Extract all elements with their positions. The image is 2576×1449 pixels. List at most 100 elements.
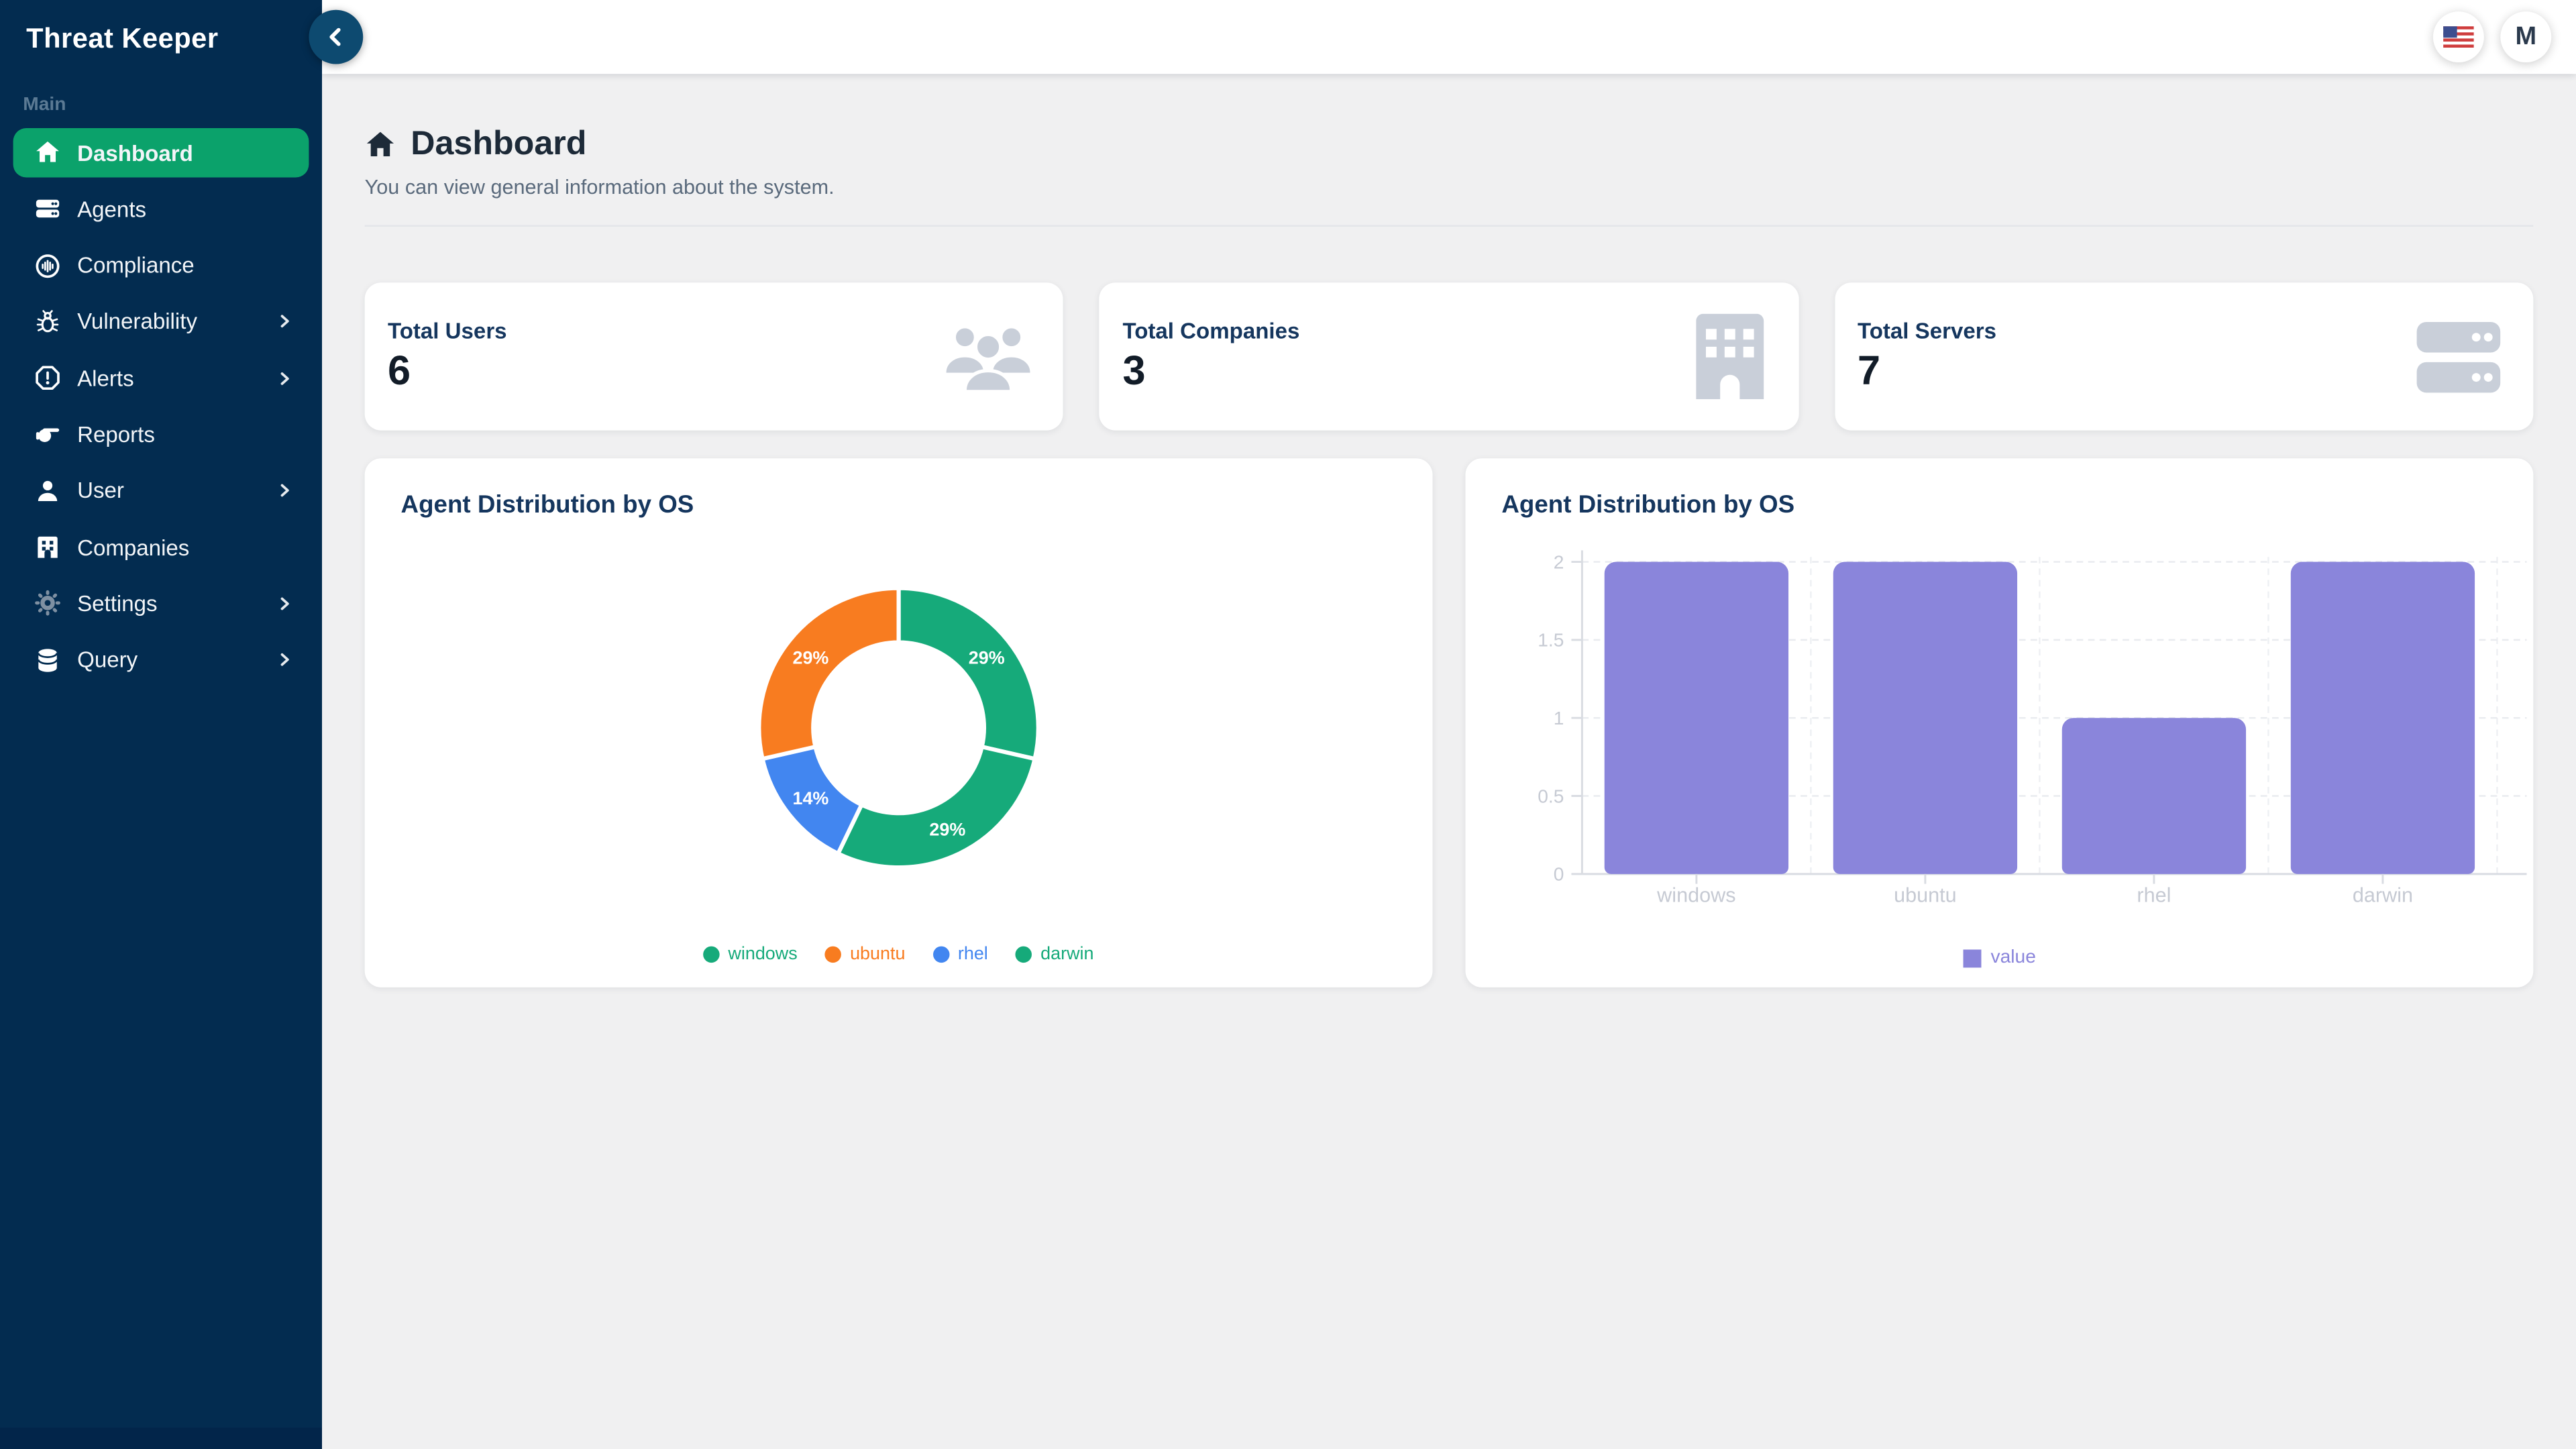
sidebar-item-reports[interactable]: Reports bbox=[13, 410, 309, 459]
chevron-right-icon bbox=[278, 315, 292, 329]
stat-label: Total Users bbox=[388, 318, 507, 343]
sidebar-item-dashboard[interactable]: Dashboard bbox=[13, 128, 309, 177]
legend-dot bbox=[1016, 947, 1032, 963]
legend-dot bbox=[825, 947, 841, 963]
legend-dot bbox=[933, 947, 949, 963]
sidebar-item-label: Agents bbox=[77, 197, 292, 221]
sidebar-item-user[interactable]: User bbox=[13, 466, 309, 515]
building-icon bbox=[34, 534, 60, 560]
server-stack-icon bbox=[34, 196, 60, 222]
donut-slice-label: 29% bbox=[792, 648, 828, 668]
bar-chart-title: Agent Distribution by OS bbox=[1501, 491, 1794, 519]
bar-legend-item-value[interactable]: value bbox=[1465, 948, 2533, 967]
bug-icon bbox=[34, 309, 60, 335]
donut-slice-windows[interactable] bbox=[899, 588, 1038, 759]
stat-value: 3 bbox=[1122, 347, 1299, 395]
app-root: Threat Keeper Main Dashboard Agents Compli… bbox=[0, 0, 2576, 1449]
donut-legend-item-darwin[interactable]: darwin bbox=[1016, 945, 1093, 964]
bar-darwin[interactable] bbox=[2291, 562, 2475, 874]
legend-dot bbox=[704, 947, 720, 963]
user-avatar-button[interactable]: M bbox=[2500, 11, 2551, 62]
sidebar-item-query[interactable]: Query bbox=[13, 635, 309, 684]
x-tick-label: ubuntu bbox=[1894, 883, 1957, 906]
stat-card-total-companies: Total Companies 3 bbox=[1099, 282, 1799, 430]
sidebar-collapse-button[interactable] bbox=[309, 10, 363, 64]
stat-card-total-users: Total Users 6 bbox=[365, 282, 1064, 430]
stats-row: Total Users 6 Total Companies 3 Total Server… bbox=[365, 282, 2534, 430]
y-tick-label: 1 bbox=[1554, 708, 1564, 729]
legend-label: ubuntu bbox=[850, 945, 905, 964]
hand-point-icon bbox=[34, 421, 60, 447]
y-tick-label: 0.5 bbox=[1538, 786, 1564, 806]
office-building-icon bbox=[1690, 314, 1769, 399]
compliance-pulse-icon bbox=[34, 252, 60, 278]
stat-value: 7 bbox=[1858, 347, 1996, 395]
legend-label: value bbox=[1991, 948, 2036, 967]
sidebar-item-companies[interactable]: Companies bbox=[13, 523, 309, 572]
sidebar-item-settings[interactable]: Settings bbox=[13, 579, 309, 628]
us-flag-icon bbox=[2443, 26, 2475, 48]
donut-chart: 29%29%14%29% bbox=[365, 541, 1433, 927]
legend-swatch bbox=[1963, 949, 1981, 967]
donut-slice-darwin[interactable] bbox=[838, 747, 1034, 867]
sidebar-item-label: Dashboard bbox=[77, 140, 292, 165]
donut-legend-item-rhel[interactable]: rhel bbox=[933, 945, 988, 964]
bar-rhel[interactable] bbox=[2062, 718, 2246, 874]
language-button[interactable] bbox=[2433, 11, 2484, 62]
avatar-initial: M bbox=[2515, 22, 2536, 52]
stat-value: 6 bbox=[388, 347, 507, 395]
bar-chart: 00.511.52windowsubunturheldarwin bbox=[1465, 544, 2533, 935]
legend-label: windows bbox=[728, 945, 797, 964]
stat-card-total-servers: Total Servers 7 bbox=[1835, 282, 2534, 430]
chevron-right-icon bbox=[278, 596, 292, 611]
sidebar-item-label: Reports bbox=[77, 422, 292, 447]
bar-chart-card: Agent Distribution by OS 00.511.52window… bbox=[1465, 458, 2533, 987]
user-icon bbox=[34, 478, 60, 504]
sidebar-footer bbox=[0, 1428, 322, 1449]
page-head: Dashboard bbox=[365, 125, 2534, 164]
bar-windows[interactable] bbox=[1605, 562, 1788, 874]
donut-slice-label: 29% bbox=[969, 648, 1005, 668]
donut-chart-card: Agent Distribution by OS 29%29%14%29% wi… bbox=[365, 458, 1433, 987]
users-group-icon bbox=[944, 321, 1034, 392]
sidebar-item-label: Settings bbox=[77, 591, 278, 616]
alert-octagon-icon bbox=[34, 365, 60, 391]
sidebar-item-alerts[interactable]: Alerts bbox=[13, 354, 309, 402]
sidebar-section-label: Main bbox=[23, 95, 299, 115]
chevron-left-icon bbox=[325, 26, 347, 48]
home-icon bbox=[34, 140, 60, 166]
app-title: Threat Keeper bbox=[0, 0, 322, 56]
sidebar-item-label: Query bbox=[77, 647, 278, 672]
donut-legend-item-windows[interactable]: windows bbox=[704, 945, 798, 964]
stat-label: Total Servers bbox=[1858, 318, 1996, 343]
sidebar-item-label: User bbox=[77, 478, 278, 503]
legend-label: rhel bbox=[958, 945, 988, 964]
donut-slice-ubuntu[interactable] bbox=[759, 588, 898, 759]
page-title: Dashboard bbox=[411, 125, 586, 164]
page-subtitle: You can view general information about t… bbox=[365, 176, 2534, 199]
sidebar-item-label: Compliance bbox=[77, 253, 292, 278]
sidebar: Threat Keeper Main Dashboard Agents Compli… bbox=[0, 0, 322, 1449]
topbar-actions: M bbox=[2433, 11, 2551, 62]
stat-label: Total Companies bbox=[1122, 318, 1299, 343]
donut-legend-item-ubuntu[interactable]: ubuntu bbox=[825, 945, 905, 964]
donut-chart-title: Agent Distribution by OS bbox=[401, 491, 694, 519]
home-icon bbox=[365, 129, 396, 160]
sidebar-item-compliance[interactable]: Compliance bbox=[13, 241, 309, 290]
chevron-right-icon bbox=[278, 371, 292, 386]
donut-slice-label: 14% bbox=[792, 788, 828, 808]
chevron-right-icon bbox=[278, 484, 292, 498]
servers-icon bbox=[2414, 319, 2504, 393]
bar-ubuntu[interactable] bbox=[1833, 562, 2017, 874]
divider bbox=[365, 225, 2534, 227]
main-content: Dashboard You can view general informati… bbox=[322, 74, 2576, 1449]
sidebar-nav: Dashboard Agents Compliance Vulnerability Al… bbox=[0, 128, 322, 684]
sidebar-item-label: Alerts bbox=[77, 366, 278, 390]
gear-icon bbox=[34, 590, 60, 616]
chevron-right-icon bbox=[278, 653, 292, 667]
sidebar-item-vulnerability[interactable]: Vulnerability bbox=[13, 297, 309, 346]
database-icon bbox=[34, 647, 60, 673]
sidebar-item-agents[interactable]: Agents bbox=[13, 184, 309, 233]
sidebar-item-label: Vulnerability bbox=[77, 309, 278, 334]
charts-row: Agent Distribution by OS 29%29%14%29% wi… bbox=[365, 458, 2534, 987]
